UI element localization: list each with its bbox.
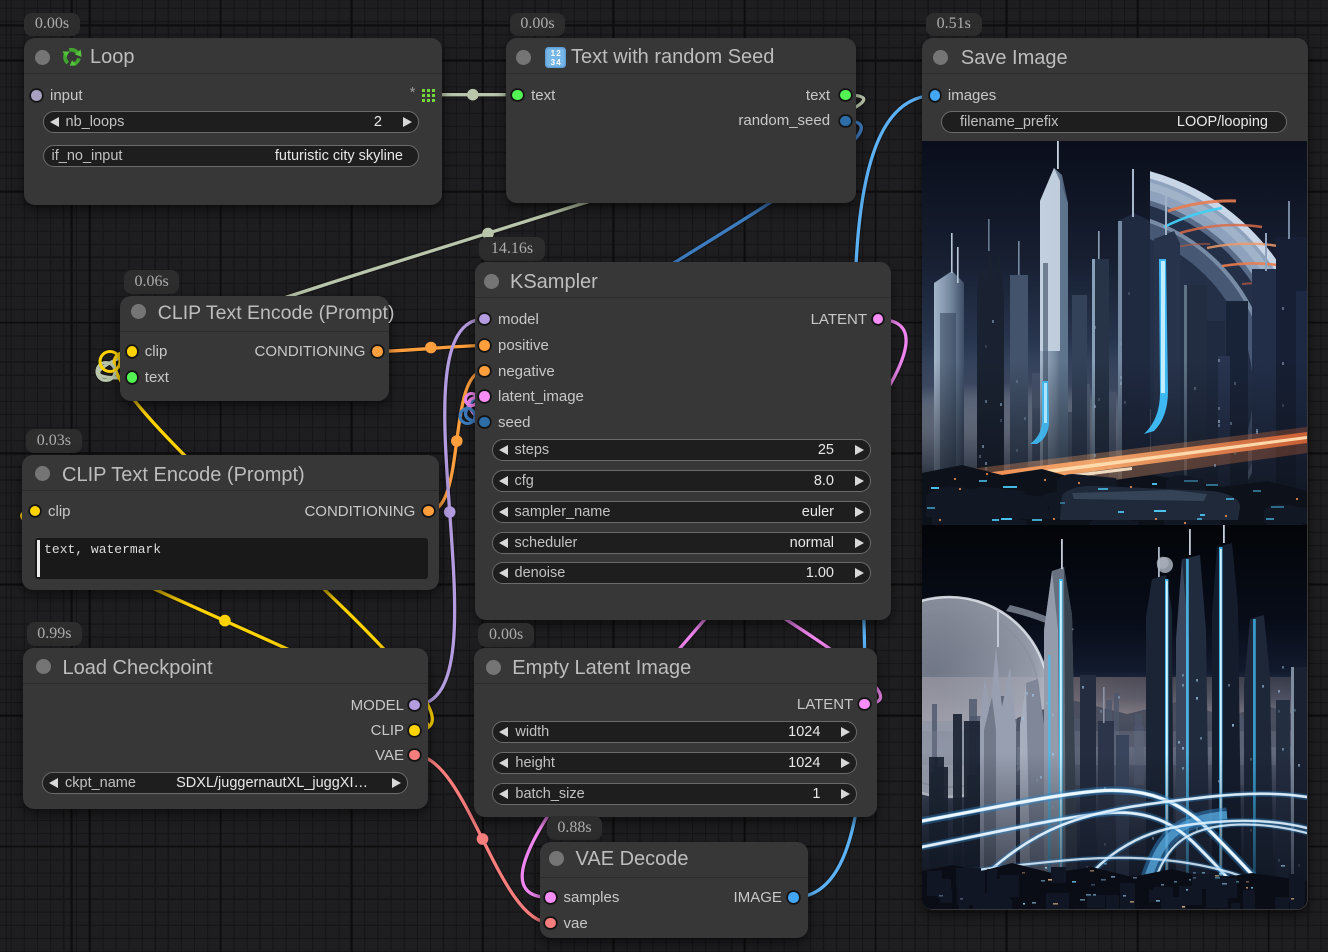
svg-text:4: 4 (556, 58, 561, 67)
svg-text:2: 2 (556, 49, 561, 58)
svg-text:1: 1 (550, 49, 555, 58)
svg-text:3: 3 (550, 58, 555, 67)
